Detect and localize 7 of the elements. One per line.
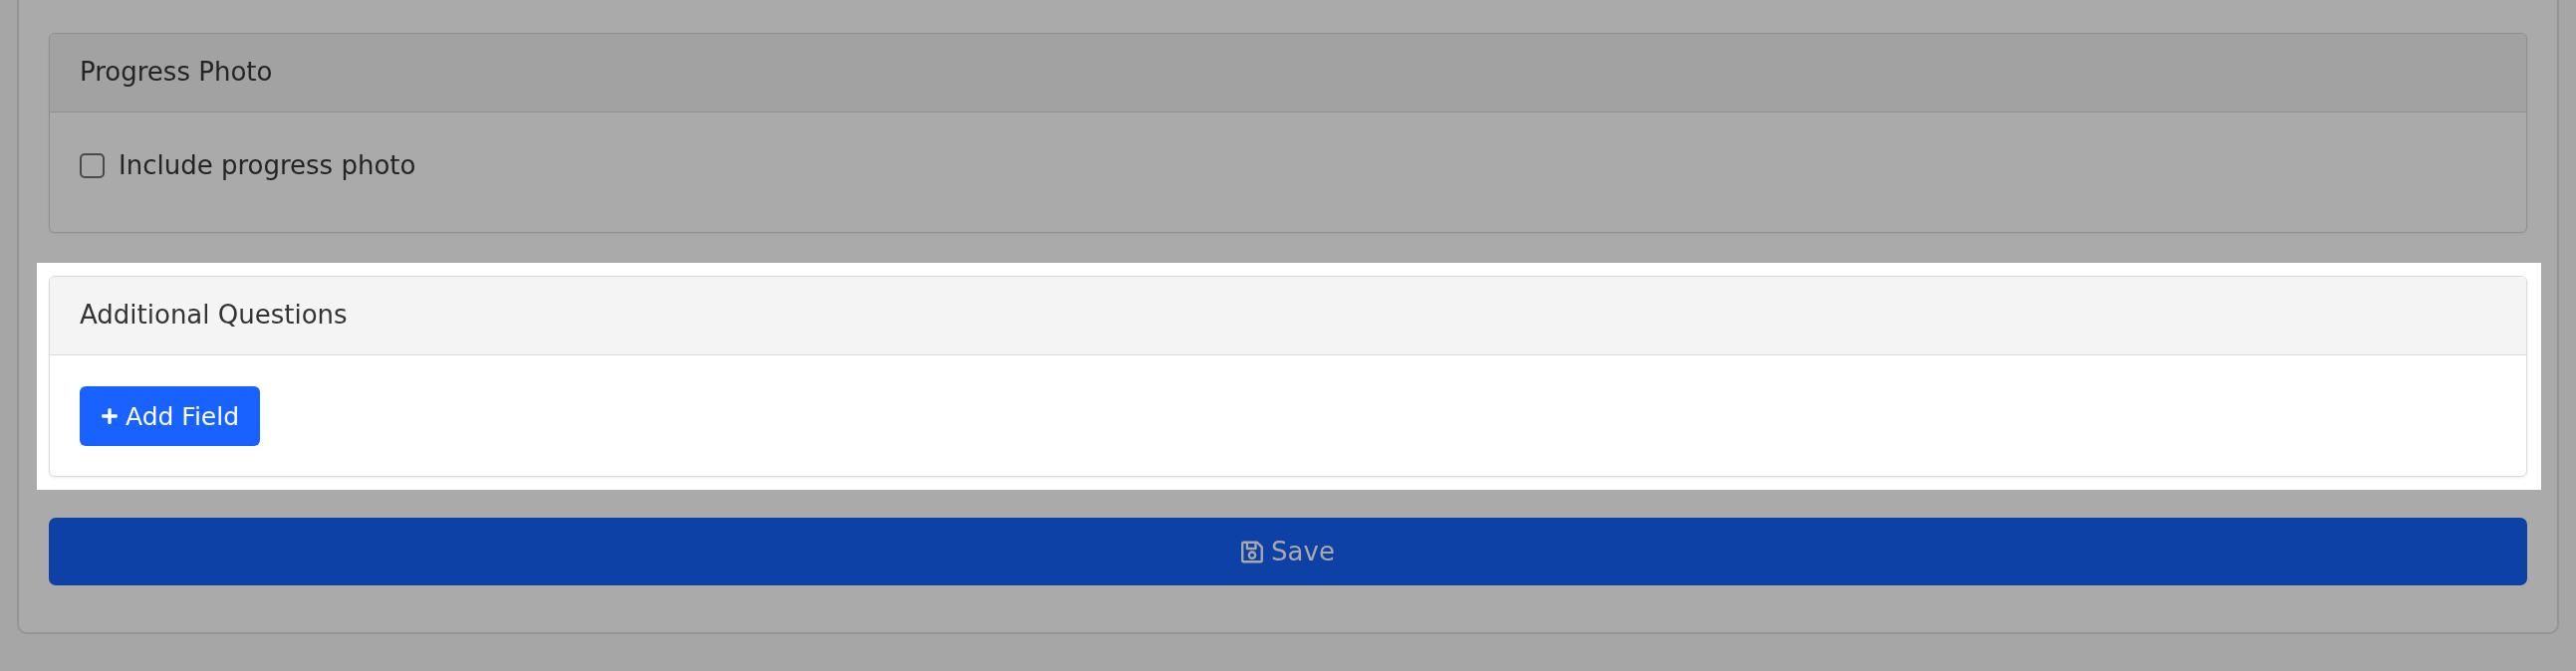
- checkbox-label[interactable]: Include progress photo: [119, 149, 416, 182]
- section-title: Progress Photo: [80, 57, 273, 89]
- section-title: Additional Questions: [80, 300, 348, 332]
- save-button[interactable]: Save: [49, 518, 2527, 585]
- plus-icon: [101, 407, 119, 425]
- add-field-button[interactable]: Add Field: [80, 386, 261, 446]
- checkbox[interactable]: [80, 153, 105, 178]
